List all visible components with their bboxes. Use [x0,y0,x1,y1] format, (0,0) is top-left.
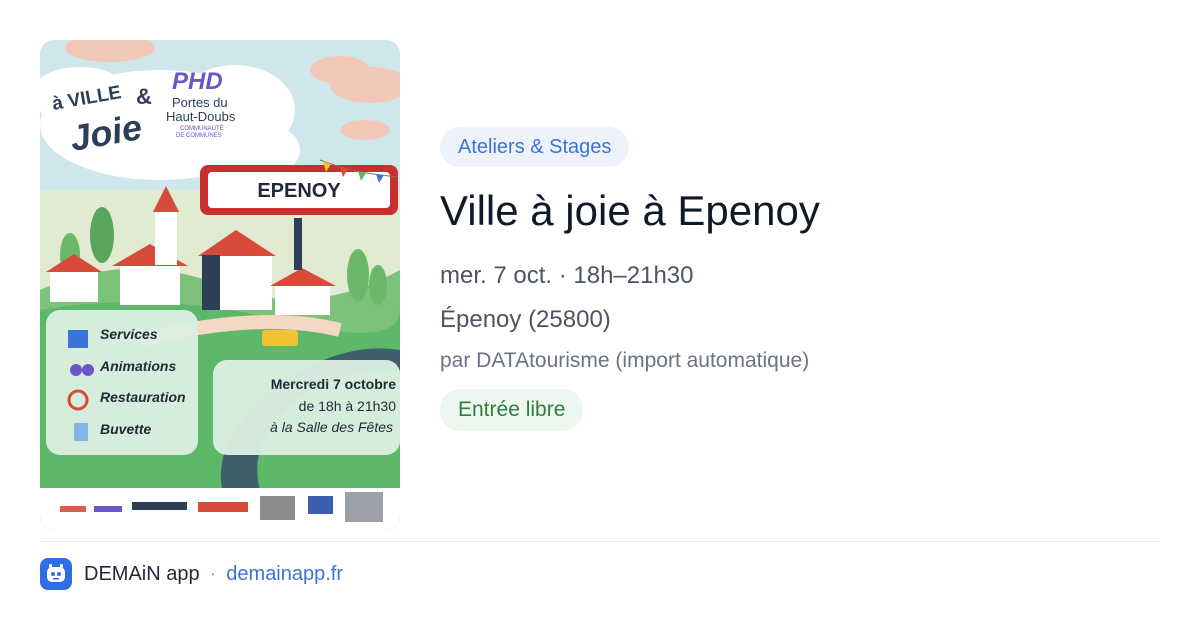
poster-date-line1: Mercredi 7 octobre [270,376,396,392]
footer-divider [40,541,1160,542]
app-logo-icon[interactable] [40,558,72,590]
poster-brand-sub-2: DE COMMUNES [176,133,222,139]
footer-separator: · [209,562,217,585]
poster-brand-logo: PHD [172,68,223,95]
poster-brand-name-1: Portes du [172,95,228,110]
event-source: par DATAtourisme (import automatique) [440,349,810,372]
poster-service-item: Animations [100,358,177,374]
poster-date-line3: à la Salle des Fêtes [270,419,393,435]
price-badge: Entrée libre [440,389,584,431]
poster-service-item: Restauration [100,389,186,405]
event-title[interactable]: Ville à joie à Epenoy [440,185,1160,237]
poster-brand-sub-1: COMMUNAUTÉ [180,126,224,132]
app-website-link[interactable]: demainapp.fr [226,563,343,586]
event-location: Épenoy (25800) [440,306,611,333]
app-name: DEMAiN app [84,562,200,585]
event-poster-image[interactable]: à VILLE & Joie PHD Portes du Haut-Doubs … [40,40,400,530]
event-datetime: mer. 7 oct. · 18h–21h30 [440,262,694,289]
poster-brand-name-2: Haut-Doubs [166,109,236,124]
poster-service-item: Buvette [100,421,152,437]
footer: DEMAiN app · demainapp.fr [40,557,343,591]
category-badge[interactable]: Ateliers & Stages [440,127,630,167]
event-info: Ateliers & Stages Ville à joie à Epenoy … [440,127,1160,431]
poster-service-item: Services [100,326,158,342]
poster-sign-text: EPENOY [257,180,341,202]
poster-headline-amp: & [136,84,152,109]
poster-date-line2: de 18h à 21h30 [298,398,396,414]
